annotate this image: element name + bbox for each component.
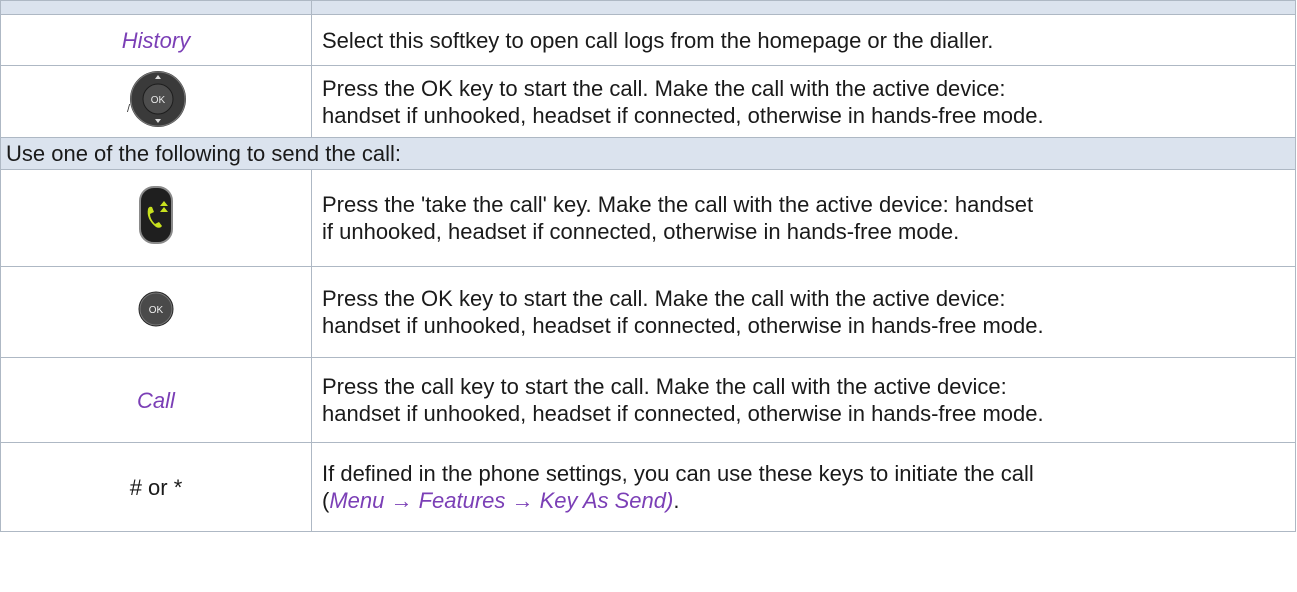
svg-text:OK: OK [151, 95, 166, 106]
table-row: Call Press the call key to start the cal… [0, 357, 1296, 443]
key-cell: History [0, 14, 312, 66]
description-cell: Press the 'take the call' key. Make the … [311, 169, 1296, 267]
top-strip-left [0, 0, 312, 15]
menu-path-close: . [673, 488, 680, 513]
key-cell: # or * [0, 442, 312, 532]
description-cell: If defined in the phone settings, you ca… [311, 442, 1296, 532]
row-description-line-2: handset if unhooked, headset if connecte… [322, 102, 1044, 128]
section-header: Use one of the following to send the cal… [0, 137, 1296, 170]
menu-path: Menu → Features → Key As Send) [329, 488, 674, 513]
svg-text:/: / [127, 103, 131, 115]
table-top-strip [0, 0, 1296, 15]
history-softkey-label: History [121, 27, 191, 53]
key-cell: OK [0, 266, 312, 358]
key-cell [0, 169, 312, 267]
description-cell: Press the OK key to start the call. Make… [311, 266, 1296, 358]
row-description-line-1: Press the OK key to start the call. Make… [322, 286, 1006, 311]
row-description-line-1: Press the 'take the call' key. Make the … [322, 192, 1034, 217]
nav-ok-key-icon: / OK [125, 69, 187, 135]
description-cell: Press the call key to start the call. Ma… [311, 357, 1296, 443]
table-row: OK Press the OK key to start the call. M… [0, 266, 1296, 358]
take-call-key-icon [138, 185, 174, 251]
call-methods-table: History Select this softkey to open call… [0, 0, 1296, 532]
description-cell: Select this softkey to open call logs fr… [311, 14, 1296, 66]
row-description-line-1: Press the OK key to start the call. Make… [322, 75, 1006, 101]
table-row: Press the 'take the call' key. Make the … [0, 169, 1296, 267]
row-description-line-1: If defined in the phone settings, you ca… [322, 461, 1034, 486]
section-header-row: Use one of the following to send the cal… [0, 137, 1296, 170]
table-row: # or * If defined in the phone settings,… [0, 442, 1296, 532]
key-cell: / OK [0, 65, 312, 138]
ok-button-icon: OK [138, 291, 174, 333]
section-header-text: Use one of the following to send the cal… [6, 141, 402, 166]
top-strip-right [311, 0, 1296, 15]
table-row: History Select this softkey to open call… [0, 14, 1296, 66]
row-description-line-1: Press the call key to start the call. Ma… [322, 374, 1007, 399]
table-row: / OK Press the OK key to start the call.… [0, 65, 1296, 138]
key-cell: Call [0, 357, 312, 443]
description-cell: Press the OK key to start the call. Make… [311, 65, 1296, 138]
row-description-line-2: handset if unhooked, headset if connecte… [322, 313, 1044, 338]
row-description-line-2: handset if unhooked, headset if connecte… [322, 401, 1044, 426]
hash-star-keys-label: # or * [129, 474, 183, 500]
row-description-line-2: if unhooked, headset if connected, other… [322, 219, 960, 244]
row-description: Select this softkey to open call logs fr… [322, 27, 994, 53]
call-softkey-label: Call [137, 387, 175, 413]
row-description-line-2: (Menu → Features → Key As Send). [322, 487, 1285, 514]
svg-text:OK: OK [149, 305, 164, 316]
